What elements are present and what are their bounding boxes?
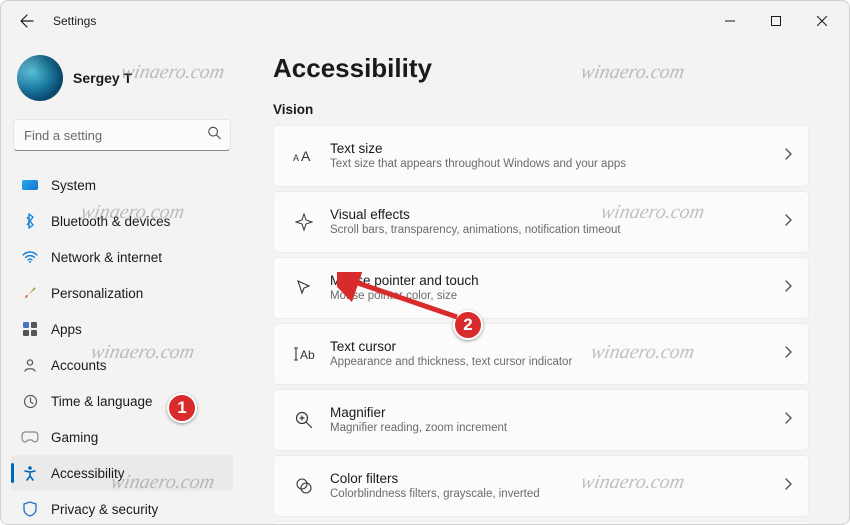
system-icon xyxy=(21,176,39,194)
search-input[interactable] xyxy=(13,119,231,151)
sidebar: Sergey T System Bluetooth & devices Netw… xyxy=(1,41,243,524)
svg-text:A: A xyxy=(301,148,311,164)
sidebar-item-privacy[interactable]: Privacy & security xyxy=(11,491,233,524)
close-icon xyxy=(817,16,827,26)
sidebar-item-network[interactable]: Network & internet xyxy=(11,239,233,275)
card-sub: Text size that appears throughout Window… xyxy=(330,157,784,172)
card-sub: Appearance and thickness, text cursor in… xyxy=(330,355,784,370)
chevron-right-icon xyxy=(784,147,792,165)
sidebar-item-accounts[interactable]: Accounts xyxy=(11,347,233,383)
sidebar-item-label: Privacy & security xyxy=(51,502,158,517)
card-contrast-themes[interactable]: Contrast themesColor themes for low visi… xyxy=(273,521,809,524)
section-label: Vision xyxy=(273,102,809,117)
sidebar-item-label: Accounts xyxy=(51,358,107,373)
sidebar-item-label: Apps xyxy=(51,322,82,337)
sidebar-item-accessibility[interactable]: Accessibility xyxy=(11,455,233,491)
sidebar-item-label: Gaming xyxy=(51,430,98,445)
settings-window: Settings Sergey T xyxy=(0,0,850,525)
svg-text:A: A xyxy=(293,153,299,163)
minimize-button[interactable] xyxy=(707,5,753,37)
chevron-right-icon xyxy=(784,477,792,495)
sidebar-item-apps[interactable]: Apps xyxy=(11,311,233,347)
text-size-icon: AA xyxy=(288,147,320,165)
sidebar-item-label: Bluetooth & devices xyxy=(51,214,170,229)
card-title: Mouse pointer and touch xyxy=(330,272,784,290)
card-mouse-pointer[interactable]: Mouse pointer and touchMouse pointer col… xyxy=(273,257,809,319)
apps-icon xyxy=(21,320,39,338)
sparkle-icon xyxy=(288,212,320,232)
card-visual-effects[interactable]: Visual effectsScroll bars, transparency,… xyxy=(273,191,809,253)
magnifier-icon xyxy=(288,410,320,430)
accessibility-icon xyxy=(21,464,39,482)
sidebar-item-label: Accessibility xyxy=(51,466,125,481)
card-sub: Magnifier reading, zoom increment xyxy=(330,421,784,436)
main-content: Accessibility Vision AA Text sizeText si… xyxy=(243,41,849,524)
sidebar-item-label: System xyxy=(51,178,96,193)
sidebar-item-gaming[interactable]: Gaming xyxy=(11,419,233,455)
card-magnifier[interactable]: MagnifierMagnifier reading, zoom increme… xyxy=(273,389,809,451)
text-cursor-icon: Ab xyxy=(288,345,320,363)
card-sub: Colorblindness filters, grayscale, inver… xyxy=(330,487,784,502)
sidebar-item-personalization[interactable]: Personalization xyxy=(11,275,233,311)
gamepad-icon xyxy=(21,428,39,446)
sidebar-item-time[interactable]: Time & language xyxy=(11,383,233,419)
paintbrush-icon xyxy=(21,284,39,302)
cursor-icon xyxy=(288,278,320,298)
sidebar-item-label: Time & language xyxy=(51,394,153,409)
color-filters-icon xyxy=(288,476,320,496)
maximize-button[interactable] xyxy=(753,5,799,37)
back-button[interactable] xyxy=(13,7,41,35)
person-icon xyxy=(21,356,39,374)
maximize-icon xyxy=(771,16,781,26)
card-color-filters[interactable]: Color filtersColorblindness filters, gra… xyxy=(273,455,809,517)
chevron-right-icon xyxy=(784,213,792,231)
card-title: Magnifier xyxy=(330,404,784,422)
card-sub: Scroll bars, transparency, animations, n… xyxy=(330,223,784,238)
avatar xyxy=(17,55,63,101)
shield-icon xyxy=(21,500,39,518)
search-icon xyxy=(207,126,221,145)
svg-text:Ab: Ab xyxy=(300,348,315,362)
user-account-row[interactable]: Sergey T xyxy=(11,49,233,115)
page-title: Accessibility xyxy=(273,53,809,84)
chevron-right-icon xyxy=(784,279,792,297)
titlebar: Settings xyxy=(1,1,849,41)
card-title: Visual effects xyxy=(330,206,784,224)
card-text-size[interactable]: AA Text sizeText size that appears throu… xyxy=(273,125,809,187)
card-title: Text cursor xyxy=(330,338,784,356)
user-name: Sergey T xyxy=(73,70,132,86)
minimize-icon xyxy=(725,16,735,26)
search-wrap xyxy=(13,119,231,151)
chevron-right-icon xyxy=(784,345,792,363)
sidebar-item-label: Network & internet xyxy=(51,250,162,265)
card-sub: Mouse pointer color, size xyxy=(330,289,784,304)
sidebar-item-system[interactable]: System xyxy=(11,167,233,203)
wifi-icon xyxy=(21,248,39,266)
annotation-badge-1: 1 xyxy=(167,393,197,423)
bluetooth-icon xyxy=(21,212,39,230)
arrow-left-icon xyxy=(19,13,35,29)
card-title: Color filters xyxy=(330,470,784,488)
card-title: Text size xyxy=(330,140,784,158)
clock-globe-icon xyxy=(21,392,39,410)
chevron-right-icon xyxy=(784,411,792,429)
card-text-cursor[interactable]: Ab Text cursorAppearance and thickness, … xyxy=(273,323,809,385)
sidebar-item-bluetooth[interactable]: Bluetooth & devices xyxy=(11,203,233,239)
window-title: Settings xyxy=(53,14,96,28)
close-button[interactable] xyxy=(799,5,845,37)
annotation-badge-2: 2 xyxy=(453,310,483,340)
sidebar-item-label: Personalization xyxy=(51,286,143,301)
